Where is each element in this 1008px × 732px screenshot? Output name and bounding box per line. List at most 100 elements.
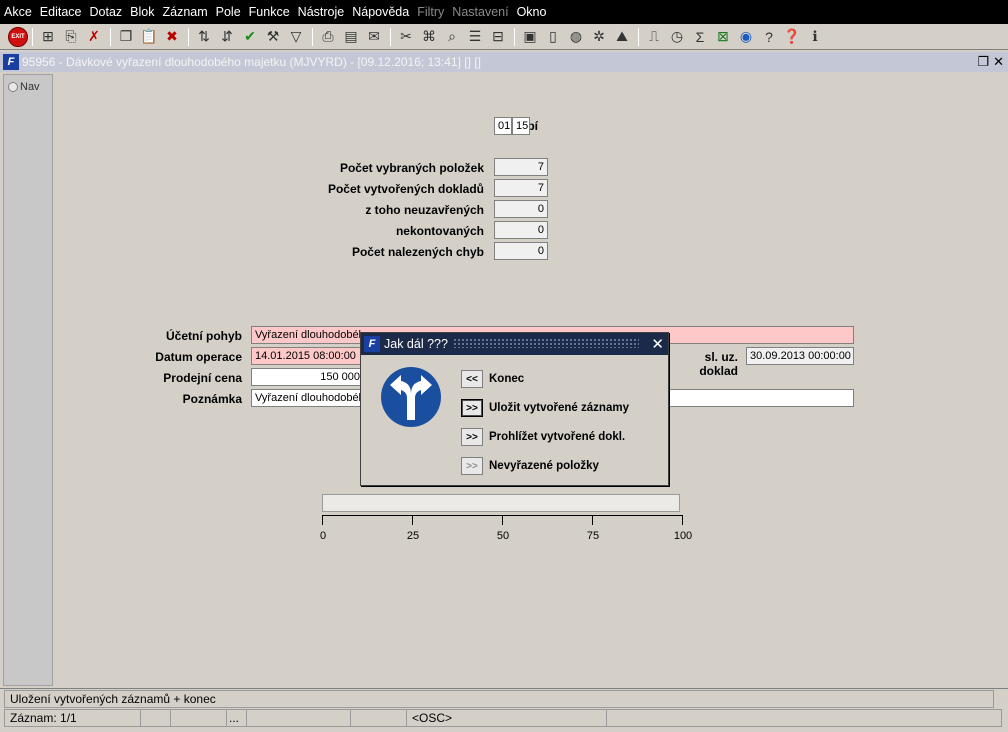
sum-icon[interactable]: Σ: [689, 26, 711, 48]
posledni-doklad-field[interactable]: 30.09.2013 00:00:00: [746, 347, 854, 365]
clipboard-icon[interactable]: ▣: [519, 26, 541, 48]
window-title: 95956 - Dávkové vyřazení dlouhodobého ma…: [22, 55, 481, 69]
radio-icon: [8, 82, 18, 92]
title-pattern: [453, 338, 639, 348]
sort-desc-icon[interactable]: ⇵: [216, 26, 238, 48]
menu-item-9[interactable]: Filtry: [417, 5, 444, 19]
neuzavrenych-label: z toho neuzavřených: [365, 203, 484, 217]
copy-icon[interactable]: ❐: [115, 26, 137, 48]
duplicate-record-icon[interactable]: ⎘: [60, 26, 82, 48]
progress-tick-label: 25: [406, 530, 420, 542]
record-counter: Záznam: 1/1: [5, 710, 141, 726]
status-segment: [247, 710, 351, 726]
vybranych-field[interactable]: 7: [494, 158, 548, 176]
datum-field[interactable]: 14.01.2015 08:00:00: [251, 347, 371, 365]
dialog-title-bar: F Jak dál ??? ✕: [361, 333, 668, 355]
close-window-icon[interactable]: ✕: [993, 54, 1004, 70]
menu-item-5[interactable]: Pole: [216, 5, 241, 19]
nevyrazene-button[interactable]: >>: [461, 457, 483, 475]
exit-icon[interactable]: EXIT: [8, 26, 28, 47]
nekontovanych-field[interactable]: 0: [494, 221, 548, 239]
cut-icon[interactable]: ✂: [395, 26, 417, 48]
menu-item-0[interactable]: Akce: [4, 5, 32, 19]
status-segment: [141, 710, 171, 726]
vytvorenych-label: Počet vytvořených dokladů: [327, 182, 484, 196]
toolbar-separator: [110, 27, 111, 46]
confirm-icon[interactable]: ✔: [239, 26, 261, 48]
menu-item-3[interactable]: Blok: [130, 5, 154, 19]
obdobi-year-field[interactable]: 15: [512, 117, 530, 135]
settings-icon[interactable]: ✲: [588, 26, 610, 48]
menu-item-8[interactable]: Nápověda: [352, 5, 409, 19]
network-icon[interactable]: ⌘: [418, 26, 440, 48]
vytvorenych-field[interactable]: 7: [494, 179, 548, 197]
poznamka-label: Poznámka: [182, 392, 242, 406]
insert-record-icon[interactable]: ⊞: [37, 26, 59, 48]
status-message: Uložení vytvořených záznamů + konec: [4, 690, 994, 708]
document-icon[interactable]: ▯: [542, 26, 564, 48]
list-icon[interactable]: ☰: [464, 26, 486, 48]
clear-icon[interactable]: ✖: [161, 26, 183, 48]
toolbar-separator: [32, 27, 33, 46]
chart-icon[interactable]: ⎍: [643, 26, 665, 48]
excel-icon[interactable]: ⊠: [712, 26, 734, 48]
menu-item-7[interactable]: Nástroje: [298, 5, 345, 19]
menu-item-4[interactable]: Záznam: [162, 5, 207, 19]
app-logo-icon: F: [3, 54, 19, 70]
paste-icon[interactable]: 📋: [138, 26, 160, 48]
progress-tick: [592, 515, 593, 525]
obdobi-month-field[interactable]: 01: [494, 117, 512, 135]
nav-item[interactable]: Nav: [4, 75, 52, 93]
ulozit-button[interactable]: >>: [461, 399, 483, 417]
info-icon[interactable]: ℹ: [804, 26, 826, 48]
chyb-field[interactable]: 0: [494, 242, 548, 260]
menu-item-11[interactable]: Okno: [517, 5, 547, 19]
direction-sign-icon: [381, 367, 441, 427]
close-icon[interactable]: ✕: [651, 335, 664, 353]
nav-panel: Nav: [3, 74, 53, 686]
mountain-icon[interactable]: ⛰: [611, 26, 633, 48]
globe-icon[interactable]: ◍: [565, 26, 587, 48]
tools-icon[interactable]: ⚒: [262, 26, 284, 48]
progress-tick-label: 100: [673, 530, 693, 542]
datum-label: Datum operace: [155, 350, 242, 364]
status-segment: [351, 710, 407, 726]
print-preview-icon[interactable]: ▤: [340, 26, 362, 48]
menu-item-10[interactable]: Nastavení: [452, 5, 508, 19]
menu-item-1[interactable]: Editace: [40, 5, 82, 19]
restore-window-icon[interactable]: ❐: [977, 54, 989, 70]
progress-tick-label: 0: [319, 530, 327, 542]
prohlizet-button[interactable]: >>: [461, 428, 483, 446]
konec-button[interactable]: <<: [461, 370, 483, 388]
menu-item-6[interactable]: Funkce: [249, 5, 290, 19]
menu-bar: Akce Editace Dotaz Blok Záznam Pole Funkce Nást…: [0, 0, 1008, 24]
menu-item-2[interactable]: Dotaz: [90, 5, 123, 19]
context-help-icon[interactable]: ❓: [781, 26, 803, 48]
nav-label: Nav: [20, 81, 40, 93]
toolbar-separator: [188, 27, 189, 46]
nevyrazene-label: Nevyřazené položky: [489, 460, 599, 472]
cena-field[interactable]: 150 000: [251, 368, 364, 386]
filter-icon[interactable]: ▽: [285, 26, 307, 48]
clock-icon[interactable]: ◷: [666, 26, 688, 48]
mail-icon[interactable]: ✉: [363, 26, 385, 48]
dialog-title: Jak dál ???: [384, 337, 448, 351]
toolbar-separator: [638, 27, 639, 46]
progress-tick-label: 75: [586, 530, 600, 542]
app-logo-icon: F: [364, 336, 380, 352]
progress-tick: [322, 515, 323, 525]
nekontovanych-label: nekontovaných: [395, 224, 484, 238]
print-icon[interactable]: ⎙: [317, 26, 339, 48]
status-dots: ...: [227, 710, 247, 726]
tree-icon[interactable]: ⊟: [487, 26, 509, 48]
help-icon[interactable]: ?: [758, 26, 780, 48]
browser-icon[interactable]: ◉: [735, 26, 757, 48]
sort-asc-icon[interactable]: ⇅: [193, 26, 215, 48]
toolbar-separator: [390, 27, 391, 46]
delete-record-icon[interactable]: ✗: [83, 26, 105, 48]
search-icon[interactable]: ⌕: [441, 26, 463, 48]
cena-label: Prodejní cena: [163, 371, 242, 385]
chyb-label: Počet nalezených chyb: [351, 245, 484, 259]
toolbar-separator: [312, 27, 313, 46]
neuzavrenych-field[interactable]: 0: [494, 200, 548, 218]
